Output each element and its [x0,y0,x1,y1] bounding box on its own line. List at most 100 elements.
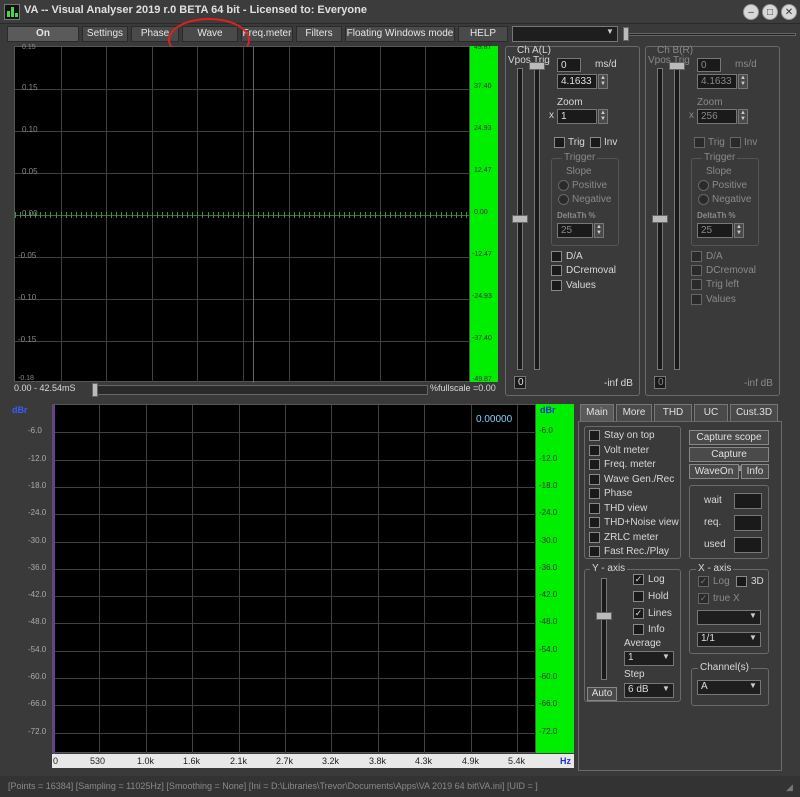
waveon-button[interactable]: WaveOn [689,464,739,479]
tab-main[interactable]: Main [580,404,614,422]
wait-field [734,493,762,509]
y-log-label: Log [648,574,665,585]
scope-trace-tick [461,212,462,218]
x-ratio-select[interactable]: 1/1 ▼ [697,632,761,647]
oscilloscope-display[interactable] [14,46,472,383]
spectrum-grid-h [53,651,537,652]
y-axis-slider[interactable] [601,578,607,680]
ch-a-zoom-field[interactable]: 1 [557,109,597,124]
toolbar-slider-thumb[interactable] [623,27,629,41]
y-log-checkbox[interactable]: ✓ [633,574,644,585]
x-axis-select[interactable]: ▼ [697,610,761,625]
ch-b-zoom-field[interactable]: 256 [697,109,737,124]
resize-grip-icon[interactable]: ◢ [786,782,796,792]
tab-cust3d[interactable]: Cust.3D [730,404,778,422]
y-axis-slider-thumb[interactable] [596,612,612,620]
ch-b-negative-radio[interactable] [698,194,709,205]
x-log-checkbox[interactable]: ✓ [698,576,709,587]
ch-b-ms-field[interactable]: 4.1633 [697,74,737,89]
filters-button[interactable]: Filters [296,26,342,42]
minimize-icon[interactable]: – [743,4,759,20]
ch-a-ms-field[interactable]: 4.1633 [557,74,597,89]
ch-a-positive-radio[interactable] [558,180,569,191]
ch-a-bottom-field[interactable]: 0 [514,376,526,389]
ch-a-inv-checkbox[interactable] [590,137,601,148]
scope-trace-tick [228,212,229,218]
capture-scope-button[interactable]: Capture scope [689,430,769,445]
scope-trace-tick [395,212,396,218]
toolbar-combo[interactable]: ▼ [512,26,618,42]
spectrum-left-edge [53,405,55,754]
scope-trace-tick [45,212,46,218]
main-checkbox[interactable] [589,517,600,528]
main-checkbox[interactable] [589,503,600,514]
scope-trace-tick [329,212,330,218]
scope-trace-tick [202,212,203,218]
ch-a-zoom-spinner[interactable]: ▲ ▼ [598,109,608,124]
ch-b-delta-spinner[interactable]: ▲ ▼ [734,223,744,238]
toolbar-slider[interactable] [624,33,796,36]
floating-windows-button[interactable]: Floating Windows mode [345,26,455,42]
spectrum-y-tick: -6.0 [28,426,42,435]
ch-b-delta-field[interactable]: 25 [697,223,733,238]
ch-a-trig-thumb[interactable] [529,62,545,70]
ch-a-delta-spinner[interactable]: ▲ ▼ [594,223,604,238]
main-checkbox[interactable] [589,474,600,485]
ch-a-trig-checkbox[interactable] [554,137,565,148]
spectrum-level-tick: -60.0 [539,672,558,681]
scope-level-tick: -24.93 [472,293,492,300]
spectrum-display[interactable] [52,404,537,754]
close-icon[interactable]: ✕ [781,4,797,20]
main-checkbox[interactable] [589,532,600,543]
ch-b-ms-spinner[interactable]: ▲ ▼ [738,74,748,89]
tab-uc[interactable]: UC [694,404,728,422]
scope-time-scrollbar[interactable] [92,385,428,395]
ch-b-da-checkbox[interactable] [691,251,702,262]
maximize-icon[interactable]: □ [762,4,778,20]
spectrum-level-tick: -12.0 [539,454,558,463]
ch-b-vpos-field[interactable]: 0 [697,58,721,72]
y-info-checkbox[interactable] [633,624,644,635]
y-hold-checkbox[interactable] [633,591,644,602]
ch-b-inv-checkbox[interactable] [730,137,741,148]
ch-a-ms-spinner[interactable]: ▲ ▼ [598,74,608,89]
x-3d-checkbox[interactable] [736,576,747,587]
ch-a-vpos-field[interactable]: 0 [557,58,581,72]
tab-more[interactable]: More [616,404,652,422]
on-button[interactable]: On [7,26,79,42]
ch-a-trig-slider[interactable] [534,68,540,370]
ch-b-trig-thumb[interactable] [669,62,685,70]
ch-b-bottom-field[interactable]: 0 [654,376,666,389]
average-select[interactable]: 1 ▼ [624,651,674,666]
main-checkbox[interactable] [589,445,600,456]
ch-a-values-checkbox[interactable] [551,280,562,291]
scope-time-scroll-thumb[interactable] [92,383,98,397]
ch-a-da-checkbox[interactable] [551,251,562,262]
capture-spectrum-button[interactable]: Capture spectrum [689,447,769,474]
ch-b-values-checkbox[interactable] [691,294,702,305]
help-button[interactable]: HELP [458,26,508,42]
ch-b-dcremoval-checkbox[interactable] [691,265,702,276]
main-checkbox[interactable] [589,488,600,499]
ch-b-trig-slider[interactable] [674,68,680,370]
ch-a-delta-field[interactable]: 25 [557,223,593,238]
ch-b-vpos-thumb[interactable] [652,215,668,223]
x-truex-checkbox[interactable]: ✓ [698,593,709,604]
tab-thd[interactable]: THD [654,404,692,422]
ch-b-trig-checkbox[interactable] [694,137,705,148]
ch-a-negative-radio[interactable] [558,194,569,205]
y-lines-checkbox[interactable]: ✓ [633,608,644,619]
ch-b-zoom-spinner[interactable]: ▲ ▼ [738,109,748,124]
ch-b-trig-left-checkbox[interactable] [691,279,702,290]
main-checkbox[interactable] [589,459,600,470]
main-checkbox[interactable] [589,430,600,441]
auto-button[interactable]: Auto [587,687,617,701]
main-checkbox[interactable] [589,546,600,557]
step-select[interactable]: 6 dB ▼ [624,683,674,698]
channels-select[interactable]: A ▼ [697,680,761,695]
settings-button[interactable]: Settings [82,26,128,42]
ch-a-dcremoval-checkbox[interactable] [551,265,562,276]
info-button[interactable]: Info [741,464,769,479]
ch-a-vpos-thumb[interactable] [512,215,528,223]
ch-b-positive-radio[interactable] [698,180,709,191]
